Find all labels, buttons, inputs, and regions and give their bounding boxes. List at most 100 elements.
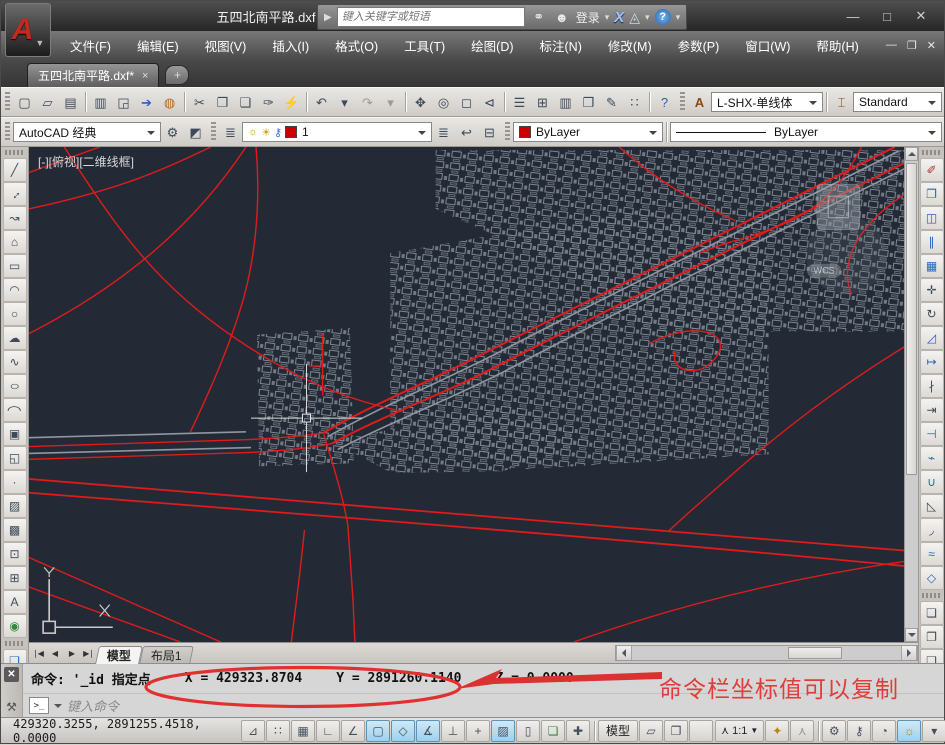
offset-icon[interactable]: ∥ <box>919 230 944 254</box>
help-round-icon[interactable]: ? <box>654 9 671 25</box>
maximize-button[interactable]: □ <box>870 5 904 27</box>
layer-combo[interactable]: ☼ ☀ ⚷ 1 <box>242 122 432 142</box>
zoom-realtime-icon[interactable]: ◎ <box>432 91 455 114</box>
scroll-left-icon[interactable] <box>616 646 632 660</box>
selection-cycling-toggle[interactable]: ❏ <box>541 719 565 742</box>
line-icon[interactable]: ╱ <box>2 158 27 182</box>
gradient-icon[interactable]: ▩ <box>2 518 27 542</box>
quick-view-drawings-icon[interactable]: ❐ <box>664 719 689 742</box>
command-customize-icon[interactable]: ⚒ <box>6 700 17 714</box>
menu-help[interactable]: 帮助(H) <box>803 31 871 59</box>
break-at-point-icon[interactable]: ⊣ <box>919 422 944 446</box>
first-tab-button[interactable]: ❘◀ <box>29 645 46 661</box>
plot-icon[interactable]: ▥ <box>89 91 112 114</box>
new-tab-button[interactable]: + <box>165 65 190 85</box>
application-menu-button[interactable]: A ▼ <box>5 3 51 57</box>
point-icon[interactable]: · <box>2 470 27 494</box>
toolbar-lock-icon[interactable]: ⚷ <box>847 719 872 742</box>
quickcalc-icon[interactable]: ∷ <box>623 91 646 114</box>
close-button[interactable]: ✕ <box>904 5 938 27</box>
my-workspace-icon[interactable]: ◩ <box>184 121 207 144</box>
a360-dropdown-icon[interactable]: ▾ <box>645 12 650 23</box>
toolbar-grip[interactable] <box>5 122 10 142</box>
ellipse-icon[interactable]: ○ <box>2 374 27 398</box>
doc-restore-button[interactable]: ❐ <box>907 39 917 52</box>
layer-properties-manager-icon[interactable]: ≣ <box>219 121 242 144</box>
chamfer-icon[interactable]: ◺ <box>919 494 944 518</box>
region-icon[interactable]: ⊡ <box>2 542 27 566</box>
workspace-settings-icon[interactable]: ⚙ <box>161 121 184 144</box>
annotation-monitor-toggle[interactable]: ✚ <box>566 719 590 742</box>
workspace-combo[interactable]: AutoCAD 经典 <box>13 122 161 142</box>
prev-tab-button[interactable]: ◀ <box>46 645 63 661</box>
redo-icon[interactable]: ↷ <box>356 91 379 114</box>
add-selected-icon[interactable]: ◉ <box>2 614 27 638</box>
vertical-scrollbar[interactable] <box>904 147 918 642</box>
block-editor-icon[interactable]: ⚡ <box>280 91 303 114</box>
last-tab-button[interactable]: ▶❘ <box>80 645 97 661</box>
grid-display-toggle[interactable]: ▦ <box>291 719 315 742</box>
menu-insert[interactable]: 插入(I) <box>259 31 322 59</box>
toolbar-grip[interactable] <box>505 122 510 142</box>
command-dropdown-icon[interactable] <box>54 703 62 712</box>
toolbar-grip[interactable] <box>4 150 25 155</box>
etransmit-icon[interactable]: ➔ <box>135 91 158 114</box>
text-style-combo[interactable]: L-SHX-单线体 <box>711 92 823 112</box>
menu-tools[interactable]: 工具(T) <box>391 31 458 59</box>
dynamic-input-toggle[interactable]: + <box>466 719 490 742</box>
horizontal-scrollbar[interactable] <box>615 645 918 661</box>
fillet-icon[interactable]: ◞ <box>919 518 944 542</box>
toolbar-grip[interactable] <box>211 122 216 142</box>
paste-icon[interactable]: ❏ <box>234 91 257 114</box>
trim-icon[interactable]: ∤ <box>919 374 944 398</box>
bring-to-front-icon[interactable]: ❏ <box>919 601 944 625</box>
menu-window[interactable]: 窗口(W) <box>732 31 803 59</box>
dynamic-ucs-toggle[interactable]: ⊥ <box>441 719 465 742</box>
coordinate-readout[interactable]: 429320.3255, 2891255.4518, 0.0000 <box>3 717 241 745</box>
menu-edit[interactable]: 编辑(E) <box>124 31 192 59</box>
menu-file[interactable]: 文件(F) <box>57 31 124 59</box>
arc-icon[interactable]: ◠ <box>2 278 27 302</box>
spline-icon[interactable]: ∿ <box>2 350 27 374</box>
ortho-mode-toggle[interactable]: ∟ <box>316 719 340 742</box>
isolate-objects-icon[interactable]: ☼ <box>897 719 922 742</box>
send-to-back-icon[interactable]: ❐ <box>919 625 944 649</box>
make-object-layer-current-icon[interactable]: ≣ <box>432 121 455 144</box>
scale-icon[interactable]: ◿ <box>919 326 944 350</box>
erase-icon[interactable]: ✐ <box>919 158 944 182</box>
toolbar-grip[interactable] <box>680 92 685 112</box>
insert-block-icon[interactable]: ▣ <box>2 422 27 446</box>
scroll-right-icon[interactable] <box>901 646 917 660</box>
model-space-button[interactable]: 模型 <box>598 719 639 742</box>
markup-set-manager-icon[interactable]: ✎ <box>600 91 623 114</box>
next-tab-button[interactable]: ▶ <box>63 645 80 661</box>
open-icon[interactable]: ▱ <box>36 91 59 114</box>
quick-view-layouts-icon[interactable]: ▱ <box>639 719 664 742</box>
infer-constraints-toggle[interactable]: ⊿ <box>241 719 265 742</box>
multiline-text-icon[interactable]: A <box>2 590 27 614</box>
linetype-combo[interactable]: ByLayer <box>670 122 942 142</box>
toolbar-grip[interactable] <box>5 92 10 112</box>
move-icon[interactable]: ✛ <box>919 278 944 302</box>
table-icon[interactable]: ⊞ <box>2 566 27 590</box>
ellipse-arc-icon[interactable]: ◠ <box>2 398 27 422</box>
search-icon[interactable]: ⚭ <box>530 9 548 25</box>
help-icon[interactable]: ? <box>653 91 676 114</box>
help-dropdown-icon[interactable]: ▾ <box>676 12 681 23</box>
snap-mode-toggle[interactable]: ∷ <box>266 719 290 742</box>
make-block-icon[interactable]: ◱ <box>2 446 27 470</box>
hscroll-thumb[interactable] <box>788 647 843 659</box>
layer-states-icon[interactable]: ⊟ <box>478 121 501 144</box>
pan-icon[interactable]: ✥ <box>409 91 432 114</box>
cut-icon[interactable]: ✂ <box>188 91 211 114</box>
command-close-icon[interactable]: ✕ <box>4 667 19 682</box>
minimize-button[interactable]: — <box>836 5 870 27</box>
scroll-up-icon[interactable] <box>905 147 918 161</box>
layer-previous-icon[interactable]: ↩ <box>455 121 478 144</box>
redo-dropdown-icon[interactable]: ▾ <box>379 91 402 114</box>
menu-view[interactable]: 视图(V) <box>192 31 260 59</box>
publish-icon[interactable]: ◍ <box>158 91 181 114</box>
command-input-placeholder[interactable]: 键入命令 <box>67 696 119 715</box>
hatch-icon[interactable]: ▨ <box>2 494 27 518</box>
signin-dropdown-icon[interactable]: ▾ <box>605 12 610 23</box>
